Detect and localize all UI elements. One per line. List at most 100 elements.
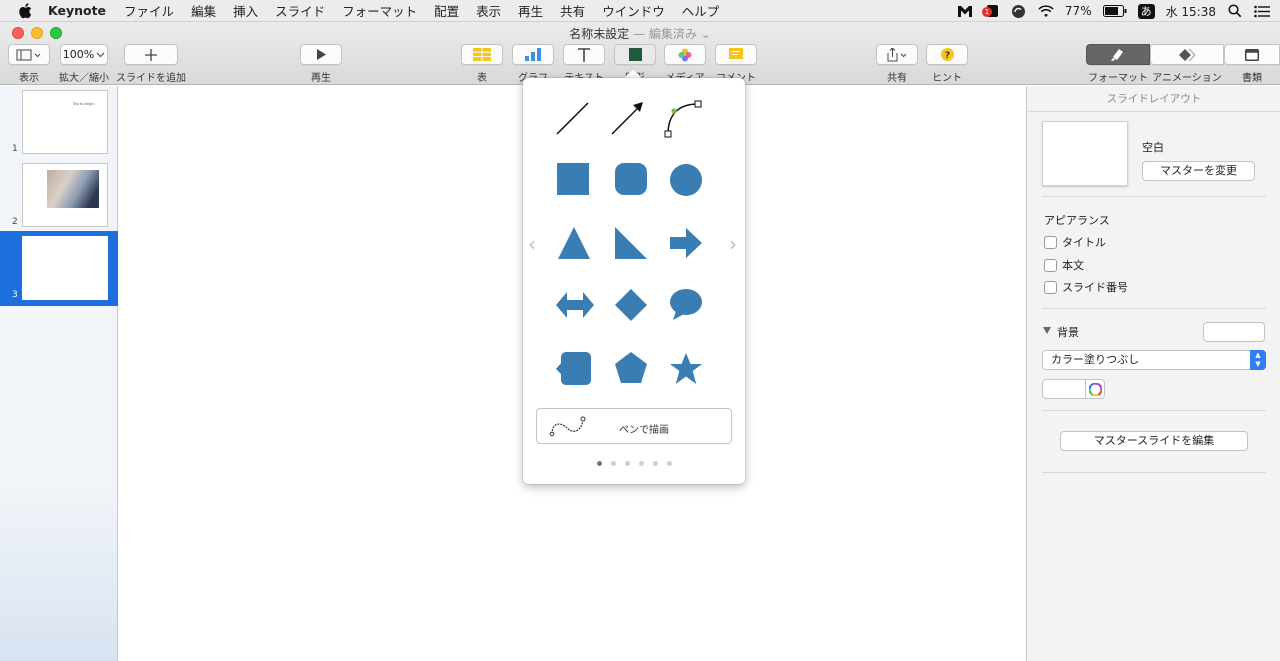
title-checkbox[interactable] [1044,235,1057,249]
line-shape[interactable] [552,98,592,138]
page-dot-2[interactable] [610,461,616,466]
app-menu[interactable]: Keynote [48,3,106,18]
right-triangle-shape[interactable] [614,226,648,260]
view-button[interactable] [8,44,50,65]
body-checkbox-row[interactable]: 本文 [1044,257,1084,273]
slide-thumbnail-text: Tap to begin [73,102,95,106]
page-dot-5[interactable] [652,461,658,466]
add-slide-control: スライドを追加 [116,44,186,84]
battery-percent[interactable]: 77% [1065,4,1092,18]
fill-type-select[interactable]: カラー塗りつぶし ▲ ▼ [1042,350,1266,370]
menu-view[interactable]: 表示 [476,1,501,20]
slide-navigator: 1 Tap to begin 2 3 [0,86,118,661]
media-button[interactable] [664,44,706,65]
document-inspector-button[interactable] [1224,44,1280,65]
animation-inspector-button[interactable] [1150,44,1224,65]
star-shape[interactable] [669,352,703,386]
page-dot-6[interactable] [666,461,672,466]
wifi-icon[interactable] [1038,3,1054,19]
fill-type-value: カラー塗りつぶし [1051,353,1140,366]
menu-file[interactable]: ファイル [124,1,174,20]
document-label: 書類 [1242,73,1262,84]
spotlight-search-icon[interactable] [1227,3,1243,19]
document-status[interactable]: — 編集済み ⌄ [633,27,711,41]
page-dot-1[interactable] [596,461,602,466]
menu-format[interactable]: フォーマット [342,1,417,20]
hint-control: ? ヒント [926,44,968,84]
slide-number-checkbox[interactable] [1044,280,1057,294]
curve-line-shape[interactable] [662,98,702,138]
page-dot-3[interactable] [624,461,630,466]
hint-label: ヒント [932,73,962,84]
change-master-button[interactable]: マスターを変更 [1142,161,1255,181]
slide-thumbnail-1[interactable]: Tap to begin [22,90,108,154]
slide-number-1: 1 [12,144,18,154]
chevron-left-icon[interactable]: ‹ [528,232,536,256]
speech-bubble-shape[interactable] [669,288,703,322]
circle-shape[interactable] [669,163,703,197]
slide-thumbnail-3[interactable] [22,236,108,300]
document-name[interactable]: 名称未設定 [569,27,629,41]
rounded-square-shape[interactable] [614,162,648,196]
square-shape[interactable] [556,162,590,196]
title-checkbox-row[interactable]: タイトル [1044,234,1106,250]
view-control: 表示 [8,44,50,84]
share-control: 共有 [876,44,918,84]
format-inspector-button[interactable] [1086,44,1150,65]
sync-icon[interactable] [1011,3,1027,19]
body-checkbox[interactable] [1044,258,1057,272]
slide-thumbnail-2[interactable] [22,163,108,227]
diamond-shape[interactable] [614,288,648,322]
menu-share[interactable]: 共有 [560,1,585,20]
slide-photo-image [47,170,99,208]
table-button[interactable] [461,44,503,65]
menu-play[interactable]: 再生 [518,1,543,20]
page-dot-4[interactable] [638,461,644,466]
menu-edit[interactable]: 編集 [191,1,216,20]
menu-slide[interactable]: スライド [275,1,325,20]
menu-clock[interactable]: 水 15:38 [1166,3,1216,20]
animation-diamond-icon [1179,48,1195,61]
color-wheel-icon [1088,382,1102,396]
battery-icon[interactable] [1102,3,1127,19]
callout-square-shape[interactable] [556,351,592,387]
notification-center-icon[interactable] [1254,3,1270,19]
divider [1042,308,1266,309]
shape-picker-popover: ‹ › ペンで描画 [523,78,745,484]
apple-icon[interactable] [18,2,32,19]
gmail-icon[interactable] [957,3,973,19]
hint-button[interactable]: ? [926,44,968,65]
zoom-select[interactable]: 100% [60,44,108,65]
color-wheel-button[interactable] [1085,379,1105,399]
double-arrow-shape[interactable] [555,288,595,322]
shape-button[interactable] [614,44,656,65]
arrow-shape[interactable] [669,226,703,260]
chart-button[interactable] [512,44,554,65]
divider [1042,410,1266,411]
select-arrows-icon: ▲ ▼ [1250,350,1266,370]
title-checkbox-label: タイトル [1062,236,1106,249]
format-inspector: スライドレイアウト 空白 マスターを変更 アピアランス タイトル 本文 スライド… [1026,86,1280,661]
slide-number-checkbox-row[interactable]: スライド番号 [1044,279,1128,295]
disclosure-triangle-icon[interactable] [1043,327,1051,334]
text-button[interactable] [563,44,605,65]
pentagon-shape[interactable] [614,351,648,385]
menu-window[interactable]: ウインドウ [602,1,665,20]
background-color-well[interactable] [1203,322,1265,342]
menu-help[interactable]: ヘルプ [682,1,720,20]
input-method-icon[interactable]: あ [1137,3,1155,19]
edit-master-slide-button[interactable]: マスタースライドを編集 [1060,431,1248,451]
add-slide-button[interactable] [124,44,178,65]
fill-color-swatch[interactable] [1042,379,1086,399]
chevron-right-icon[interactable]: › [729,232,737,256]
play-control: 再生 [300,44,342,84]
arrow-line-shape[interactable] [607,98,647,138]
draw-with-pen-button[interactable]: ペンで描画 [536,408,732,444]
triangle-shape[interactable] [557,226,591,260]
play-button[interactable] [300,44,342,65]
share-button[interactable] [876,44,918,65]
menu-arrange[interactable]: 配置 [434,1,459,20]
notification-icon[interactable]: 1 [981,3,1000,19]
comment-button[interactable] [715,44,757,65]
menu-insert[interactable]: 挿入 [233,1,258,20]
